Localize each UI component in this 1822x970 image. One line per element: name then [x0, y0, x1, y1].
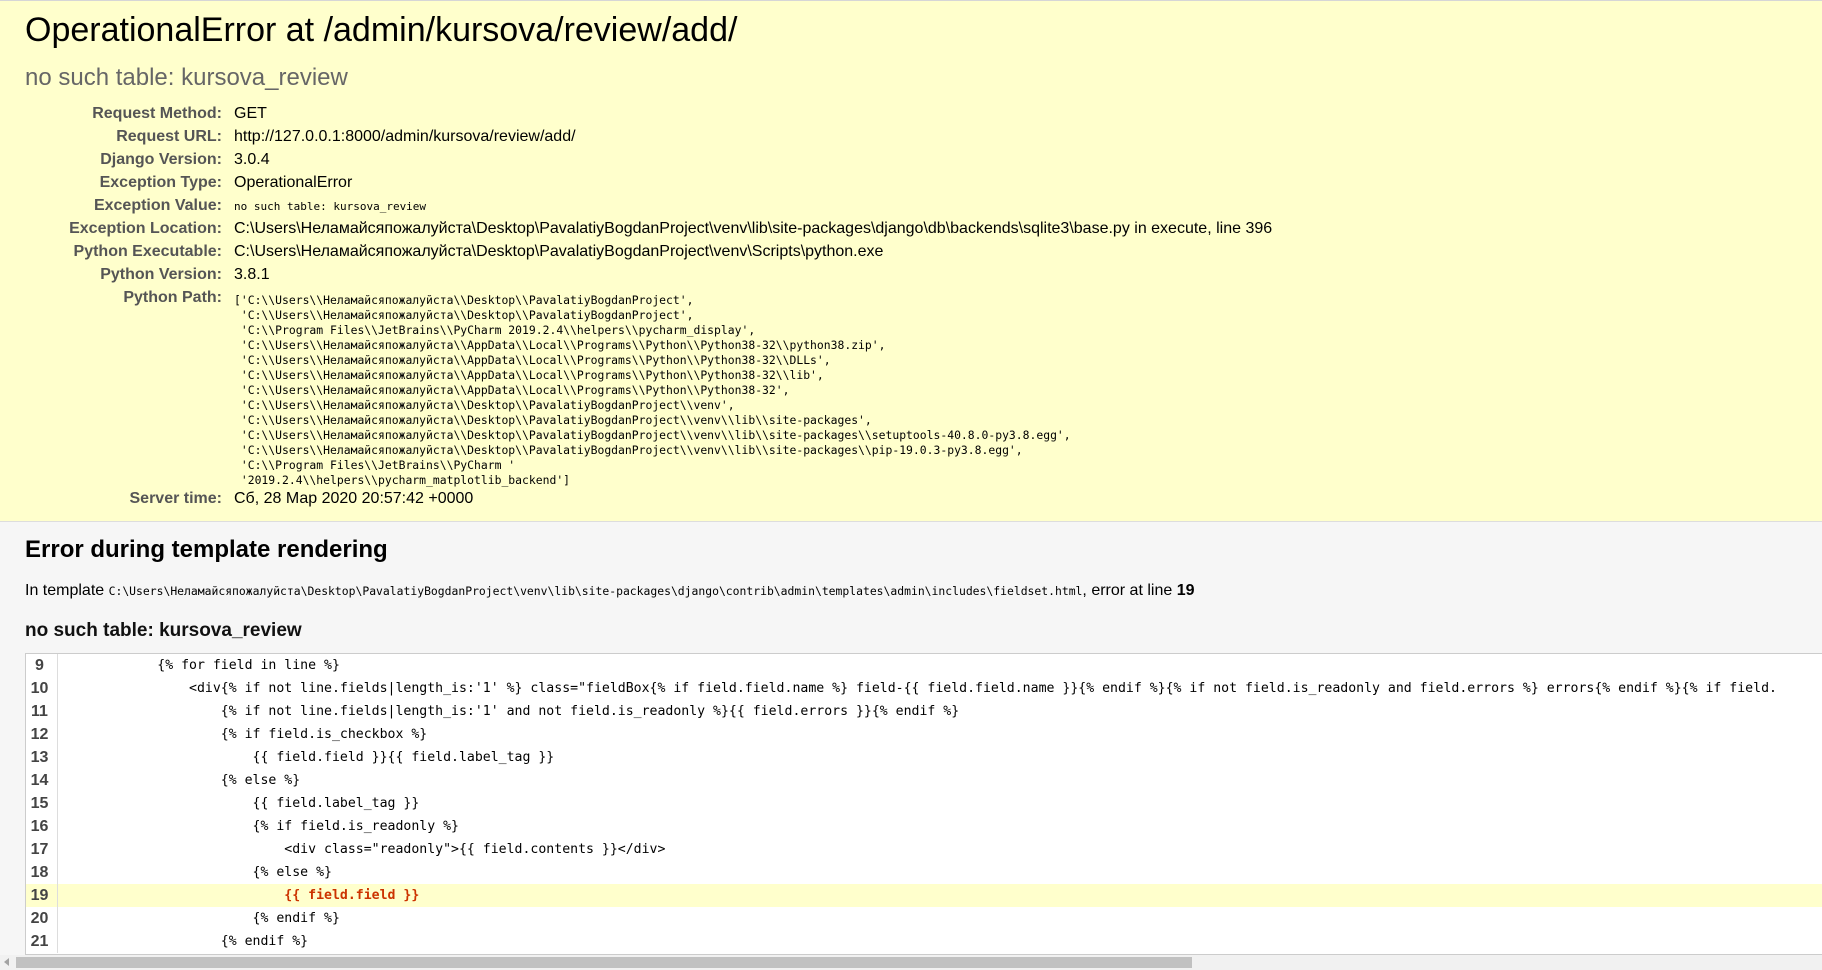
meta-key: Python Path: — [123, 289, 222, 306]
meta-row-django-version: Django Version: 3.0.4 — [0, 151, 1822, 174]
line-number: 17 — [26, 838, 53, 861]
meta-key: Request URL: — [116, 128, 222, 145]
line-code: {% for field in line %} — [57, 654, 1822, 677]
line-number: 13 — [26, 746, 53, 769]
line-code: {% else %} — [57, 861, 1822, 884]
source-line: 11 {% if not line.fields|length_is:'1' a… — [26, 700, 1822, 723]
line-code: {% endif %} — [57, 930, 1822, 953]
source-line-error: 19 {{ field.field }} — [26, 884, 1822, 907]
template-source-listing[interactable]: 9 {% for field in line %} 10 <div{% if n… — [25, 653, 1822, 955]
source-line: 13 {{ field.field }}{{ field.label_tag }… — [26, 746, 1822, 769]
source-line: 9 {% for field in line %} — [26, 654, 1822, 677]
meta-value: C:\Users\Неламайсяпожалуйста\Desktop\Pav… — [234, 220, 1273, 237]
meta-row-exception-location: Exception Location: C:\Users\Неламайсяпо… — [0, 220, 1822, 243]
line-number: 10 — [26, 677, 53, 700]
source-line: 10 <div{% if not line.fields|length_is:'… — [26, 677, 1822, 700]
template-path: C:\Users\Неламайсяпожалуйста\Desktop\Pav… — [108, 584, 1083, 598]
meta-value: OperationalError — [234, 174, 353, 191]
line-number: 11 — [26, 700, 53, 723]
meta-key: Exception Location: — [69, 220, 222, 237]
error-line-number: 19 — [1176, 582, 1195, 599]
template-error-section: Error during template rendering In templ… — [0, 522, 1822, 970]
meta-value: 3.0.4 — [234, 151, 270, 168]
meta-key: Exception Value: — [93, 197, 222, 214]
line-code: <div class="readonly">{{ field.contents … — [57, 838, 1822, 861]
meta-value: 3.8.1 — [234, 266, 270, 283]
scrollbar-thumb[interactable] — [16, 957, 1192, 968]
line-number: 16 — [26, 815, 53, 838]
meta-row-request-url: Request URL: http://127.0.0.1:8000/admin… — [0, 128, 1822, 151]
page-title: OperationalError at /admin/kursova/revie… — [25, 11, 738, 49]
error-at-line-label: , error at line — [1082, 582, 1173, 599]
template-info: In template C:\Users\Неламайсяпожалуйста… — [25, 582, 1194, 600]
horizontal-scrollbar[interactable] — [0, 955, 1822, 970]
source-line: 12 {% if field.is_checkbox %} — [26, 723, 1822, 746]
scroll-left-arrow-icon[interactable] — [4, 958, 9, 966]
line-number: 18 — [26, 861, 53, 884]
line-code: {{ field.field }} — [57, 884, 1822, 907]
line-number: 9 — [26, 654, 53, 677]
error-summary: OperationalError at /admin/kursova/revie… — [0, 0, 1822, 522]
line-number: 14 — [26, 769, 53, 792]
source-line: 17 <div class="readonly">{{ field.conten… — [26, 838, 1822, 861]
source-line: 14 {% else %} — [26, 769, 1822, 792]
line-number: 20 — [26, 907, 53, 930]
line-number: 15 — [26, 792, 53, 815]
meta-value: Сб, 28 Мар 2020 20:57:42 +0000 — [234, 490, 474, 507]
source-line: 18 {% else %} — [26, 861, 1822, 884]
line-code: <div{% if not line.fields|length_is:'1' … — [57, 677, 1822, 700]
line-number: 19 — [26, 884, 53, 907]
line-code: {% endif %} — [57, 907, 1822, 930]
line-code: {% if field.is_checkbox %} — [57, 723, 1822, 746]
meta-value: GET — [234, 105, 267, 122]
line-number: 12 — [26, 723, 53, 746]
line-code: {% if field.is_readonly %} — [57, 815, 1822, 838]
in-template-label: In template — [25, 582, 105, 599]
line-code: {% else %} — [57, 769, 1822, 792]
meta-value[interactable]: http://127.0.0.1:8000/admin/kursova/revi… — [234, 128, 576, 146]
meta-key: Python Version: — [100, 266, 222, 283]
meta-row-request-method: Request Method: GET — [0, 105, 1822, 128]
line-number: 21 — [26, 930, 53, 953]
line-code: {% if not line.fields|length_is:'1' and … — [57, 700, 1822, 723]
template-error-heading: Error during template rendering — [25, 536, 388, 563]
template-error-message: no such table: kursova_review — [25, 620, 302, 641]
meta-key: Django Version: — [100, 151, 222, 168]
meta-key: Exception Type: — [99, 174, 222, 191]
source-line: 21 {% endif %} — [26, 930, 1822, 953]
meta-value: C:\Users\Неламайсяпожалуйста\Desktop\Pav… — [234, 243, 884, 260]
source-line: 15 {{ field.label_tag }} — [26, 792, 1822, 815]
meta-row-server-time: Server time: Сб, 28 Мар 2020 20:57:42 +0… — [0, 490, 1822, 513]
meta-row-python-executable: Python Executable: C:\Users\Неламайсяпож… — [0, 243, 1822, 266]
meta-key: Request Method: — [92, 105, 222, 122]
source-line: 20 {% endif %} — [26, 907, 1822, 930]
line-code: {{ field.field }}{{ field.label_tag }} — [57, 746, 1822, 769]
line-code: {{ field.label_tag }} — [57, 792, 1822, 815]
exception-subtitle: no such table: kursova_review — [25, 64, 348, 91]
meta-row-exception-type: Exception Type: OperationalError — [0, 174, 1822, 197]
meta-key: Server time: — [129, 490, 223, 507]
source-line: 16 {% if field.is_readonly %} — [26, 815, 1822, 838]
meta-key: Python Executable: — [73, 243, 222, 260]
python-path-value: ['C:\\Users\\Неламайсяпожалуйста\\Deskto… — [234, 293, 1071, 487]
meta-value: no such table: kursova_review — [234, 200, 427, 213]
meta-row-exception-value: Exception Value: no such table: kursova_… — [0, 197, 1822, 220]
meta-row-python-version: Python Version: 3.8.1 — [0, 266, 1822, 289]
